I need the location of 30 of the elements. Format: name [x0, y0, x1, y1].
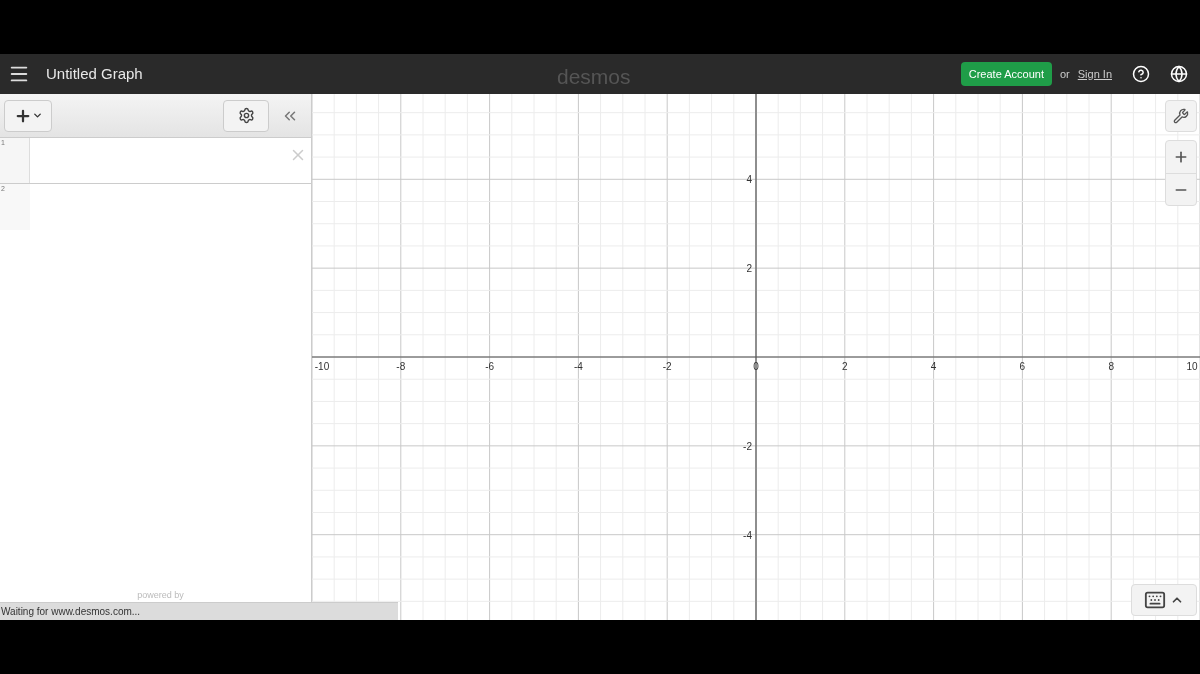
- x-tick-label: 10: [1186, 361, 1198, 372]
- x-tick-label: -4: [573, 361, 583, 372]
- add-item-button[interactable]: [4, 99, 52, 132]
- settings-icon[interactable]: [223, 99, 269, 132]
- help-icon[interactable]: [1132, 65, 1150, 83]
- x-tick-label: 6: [1019, 361, 1026, 372]
- graph-title: Untitled Graph: [46, 63, 143, 84]
- y-tick-label: -4: [743, 529, 752, 541]
- y-tick-label: -2: [743, 440, 752, 452]
- x-tick-label: 2: [842, 361, 848, 372]
- graph-grid[interactable]: -10 -8 -6 -4 -2 0 2 4 6 8 10 -4 -2 2 4: [312, 94, 1200, 620]
- x-tick-label: -6: [485, 361, 495, 372]
- wrench-icon[interactable]: [1165, 100, 1197, 132]
- y-tick-label: 4: [746, 174, 752, 186]
- x-tick-label: -8: [396, 361, 406, 372]
- sign-in-link[interactable]: Sign In: [1077, 65, 1112, 83]
- or-text: or: [1059, 66, 1070, 82]
- x-tick-label: -10: [314, 361, 330, 372]
- x-tick-label: -2: [662, 361, 672, 372]
- x-tick-label: 0: [753, 361, 759, 372]
- x-tick-label: 8: [1108, 361, 1114, 372]
- caret-icon: [31, 110, 43, 121]
- y-tick-label: 2: [746, 263, 752, 275]
- powered-by-text: powered by: [137, 588, 184, 602]
- globe-icon[interactable]: [1170, 65, 1188, 83]
- status-text: Waiting for www.desmos.com...: [0, 605, 141, 619]
- keyboard-icon: [1144, 589, 1166, 611]
- create-account-button[interactable]: Create Account: [960, 62, 1052, 86]
- x-tick-label: 4: [930, 361, 937, 372]
- keyboard-button[interactable]: [1131, 584, 1197, 616]
